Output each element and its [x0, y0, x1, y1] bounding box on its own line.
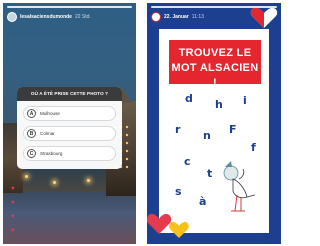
flag-heart-icon	[250, 7, 278, 28]
letter-tile[interactable]: t	[207, 167, 212, 180]
letter-tile[interactable]: n	[203, 129, 211, 142]
quiz-option-c[interactable]: C Strasbourg	[23, 146, 116, 161]
letter-board: TROUVEZ LE MOT ALSACIEN ! d h i r n F f …	[159, 29, 269, 233]
page-title: TROUVEZ LE MOT ALSACIEN !	[169, 40, 261, 89]
option-label: Strasbourg	[40, 151, 63, 156]
quiz-option-b[interactable]: B Colmar	[23, 126, 116, 141]
option-label: Mulhouse	[40, 111, 60, 116]
letter-tile[interactable]: i	[243, 94, 247, 107]
heart-icon: ♥	[11, 228, 15, 234]
account-name[interactable]: lesalsaciensdumonde	[20, 14, 72, 20]
heart-icon: ♥	[11, 214, 15, 220]
title-line-2: MOT ALSACIEN !	[171, 62, 259, 89]
quiz-option-a[interactable]: A Mulhouse	[23, 106, 116, 121]
letter-tile[interactable]: f	[251, 141, 256, 154]
heart-icon: ♥	[11, 186, 15, 192]
post-date: 22. Januar	[164, 14, 189, 20]
quiz-sticker: OÙ A ÉTÉ PRISE CETTE PHOTO ? A Mulhouse …	[17, 87, 122, 169]
letter-tile[interactable]: à	[199, 195, 206, 208]
story-header: lesalsaciensdumonde 22 Std.	[7, 11, 132, 23]
letter-tile[interactable]: c	[184, 155, 191, 168]
option-letter: B	[27, 129, 36, 138]
street-lamp	[25, 175, 28, 178]
option-label: Colmar	[40, 131, 55, 136]
post-time: 22 Std.	[74, 14, 91, 20]
title-line-1: TROUVEZ LE	[178, 47, 252, 59]
hearts-decoration-icon	[147, 213, 189, 238]
street-lamp	[87, 179, 90, 182]
letter-tile[interactable]: d	[185, 92, 193, 105]
letter-tile[interactable]: F	[229, 123, 237, 136]
letter-tile[interactable]: s	[175, 185, 182, 198]
quiz-question: OÙ A ÉTÉ PRISE CETTE PHOTO ?	[17, 87, 122, 101]
quiz-story[interactable]: lesalsaciensdumonde 22 Std. OÙ A ÉTÉ PRI…	[3, 3, 136, 244]
canal-water	[3, 192, 136, 244]
avatar[interactable]	[151, 12, 161, 22]
street-lamp	[53, 181, 56, 184]
letter-tile[interactable]: r	[175, 123, 180, 136]
heart-icon: ♥	[11, 200, 15, 206]
story-progress-bar	[7, 6, 132, 8]
post-time: 11:13	[191, 14, 204, 20]
option-letter: C	[27, 149, 36, 158]
avatar[interactable]	[7, 12, 17, 22]
letter-tile[interactable]: h	[215, 98, 223, 111]
word-search-story[interactable]: 22. Januar 11:13 TROUVEZ LE MOT ALSACIEN…	[147, 3, 281, 244]
option-letter: A	[27, 109, 36, 118]
stork-icon	[223, 161, 256, 212]
reaction-hearts: ♥ ♥ ♥ ♥	[11, 186, 15, 234]
